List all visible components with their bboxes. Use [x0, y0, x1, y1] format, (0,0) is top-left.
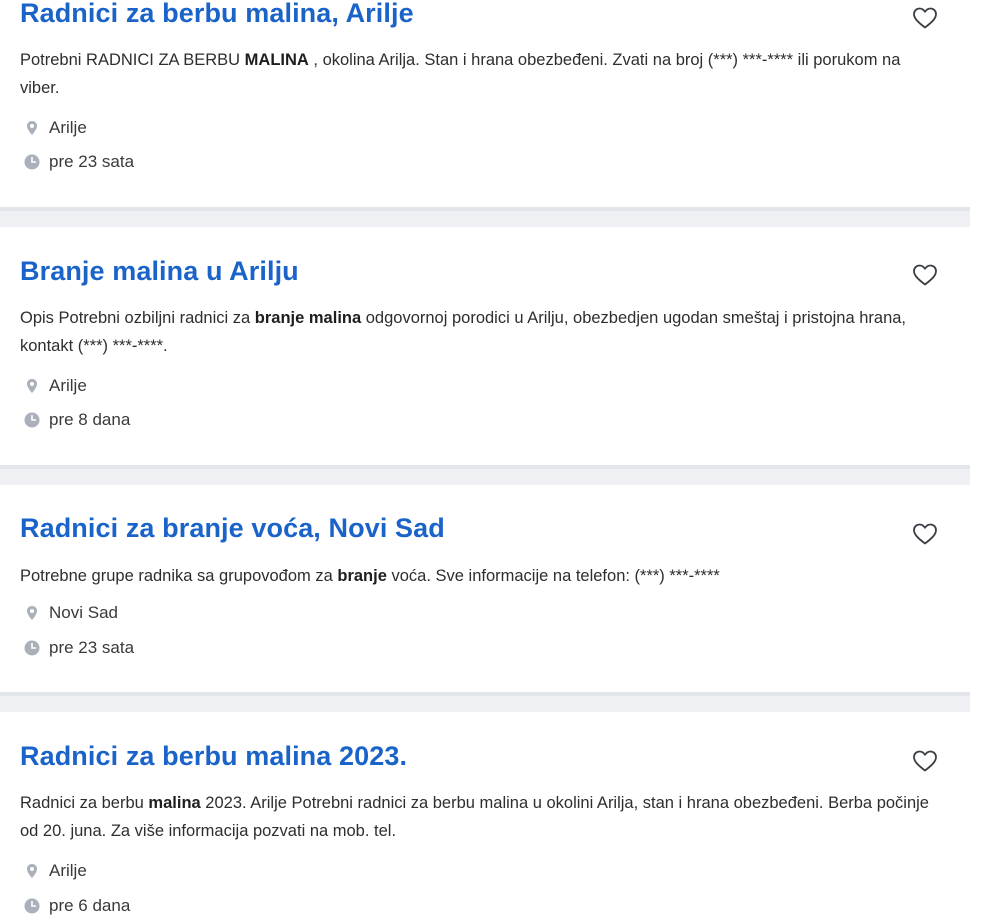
time-text: pre 23 sata [49, 152, 135, 171]
listing-location: Novi Sad [24, 602, 118, 624]
location-text: Arilje [49, 376, 87, 395]
listing-location: Arilje [24, 860, 87, 882]
heart-icon[interactable] [912, 522, 938, 546]
listing-description: Potrebne grupe radnika sa grupovođom za … [20, 567, 720, 585]
listing-description: Radnici za berbu malina 2023. Arilje Pot… [20, 794, 929, 840]
location-text: Arilje [49, 118, 87, 137]
listing-separator [0, 692, 970, 712]
clock-icon [24, 154, 40, 170]
clock-icon [24, 898, 40, 914]
listing-location: Arilje [24, 375, 87, 397]
listing-location: Arilje [24, 117, 87, 139]
listing-separator [0, 207, 970, 227]
listing-time: pre 23 sata [24, 637, 134, 659]
listing-card[interactable]: Radnici za berbu malina 2023. Radnici za… [0, 712, 970, 921]
listing-time: pre 8 dana [24, 409, 130, 431]
listing-title[interactable]: Radnici za berbu malina, Arilje [20, 0, 414, 29]
time-text: pre 8 dana [49, 410, 131, 429]
heart-icon[interactable] [912, 263, 938, 287]
heart-icon[interactable] [912, 6, 938, 30]
listing-title[interactable]: Branje malina u Arilju [20, 256, 299, 287]
location-pin-icon [24, 120, 40, 136]
listing-time: pre 23 sata [24, 151, 134, 173]
heart-icon[interactable] [912, 749, 938, 773]
listing-card[interactable]: Branje malina u Arilju Opis Potrebni ozb… [0, 227, 970, 465]
listing-title[interactable]: Radnici za branje voća, Novi Sad [20, 513, 445, 544]
time-text: pre 6 dana [49, 896, 131, 915]
location-pin-icon [24, 863, 40, 879]
listing-description: Opis Potrebni ozbiljni radnici za branje… [20, 309, 907, 355]
location-text: Arilje [49, 861, 87, 880]
clock-icon [24, 412, 40, 428]
listing-time: pre 6 dana [24, 895, 130, 917]
listing-title[interactable]: Radnici za berbu malina 2023. [20, 741, 407, 772]
clock-icon [24, 640, 40, 656]
listing-separator [0, 465, 970, 485]
location-text: Novi Sad [49, 603, 118, 622]
time-text: pre 23 sata [49, 638, 135, 657]
listing-card[interactable]: Radnici za berbu malina, Arilje Potrebni… [0, 0, 970, 207]
listing-card[interactable]: Radnici za branje voća, Novi Sad Potrebn… [0, 485, 970, 692]
listing-description: Potrebni RADNICI ZA BERBU MALINA , okoli… [20, 51, 901, 97]
location-pin-icon [24, 605, 40, 621]
location-pin-icon [24, 378, 40, 394]
